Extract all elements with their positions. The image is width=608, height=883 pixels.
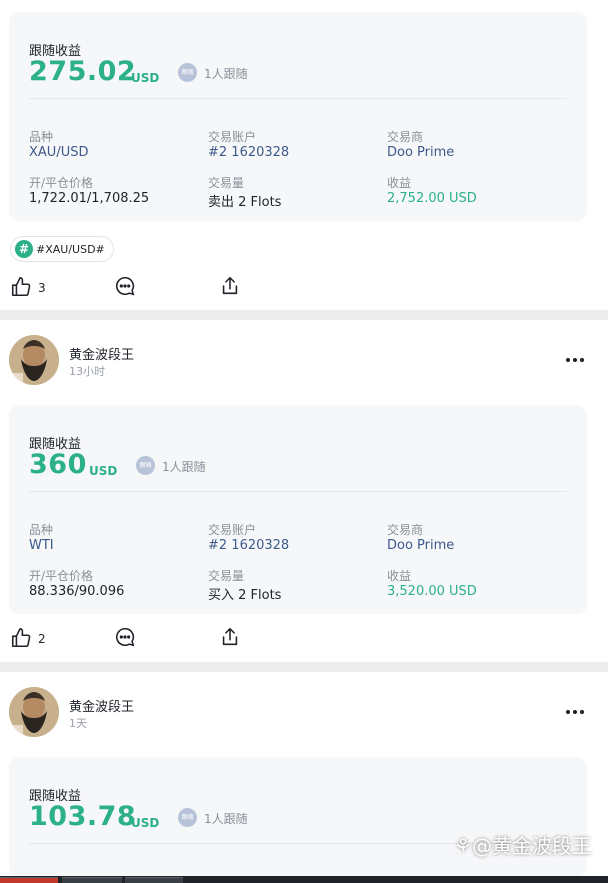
like-count: 3: [38, 281, 46, 295]
like-icon[interactable]: [10, 276, 32, 298]
post-separator: [0, 662, 608, 672]
author-name[interactable]: 黄金波段王: [69, 344, 134, 363]
taskbar-item[interactable]: [62, 877, 122, 883]
volume-value: 买入 2 Flots: [208, 588, 282, 603]
broker-value[interactable]: Doo Prime: [387, 538, 454, 553]
price-value: 1,722.01/1,708.25: [29, 191, 150, 206]
card-divider: [29, 491, 567, 492]
follower-avatar-icon: 跟随: [178, 63, 197, 82]
follower-count: 1人跟随: [204, 67, 248, 81]
price-key: 开/平仓价格: [29, 176, 94, 190]
price-key: 开/平仓价格: [29, 569, 94, 583]
volume-key: 交易量: [208, 176, 245, 190]
account-key: 交易账户: [208, 130, 257, 144]
share-icon[interactable]: [219, 626, 241, 648]
profit-key: 收益: [387, 569, 412, 583]
symbol-key: 品种: [29, 523, 54, 537]
account-value[interactable]: #2 1620328: [208, 538, 289, 553]
follower-count: 1人跟随: [204, 812, 248, 826]
volume-key: 交易量: [208, 569, 245, 583]
profit-amount: 275.02: [29, 56, 137, 87]
symbol-value[interactable]: XAU/USD: [29, 145, 88, 160]
os-taskbar: [0, 876, 608, 883]
share-icon[interactable]: [219, 275, 241, 297]
like-count: 2: [38, 632, 46, 646]
price-value: 88.336/90.096: [29, 584, 125, 599]
symbol-key: 品种: [29, 130, 54, 144]
profit-value: 2,752.00 USD: [387, 191, 477, 206]
account-value[interactable]: #2 1620328: [208, 145, 289, 160]
more-options-icon[interactable]: [565, 709, 585, 715]
post-separator: [0, 310, 608, 320]
author-name[interactable]: 黄金波段王: [69, 696, 134, 715]
like-icon[interactable]: [10, 627, 32, 649]
account-key: 交易账户: [208, 523, 257, 537]
trade-summary-card[interactable]: 跟随收益 360 USD 跟随 1人跟随 品种 WTI 交易账户 #2 1620…: [9, 405, 587, 614]
follower-avatar-icon: 跟随: [178, 808, 197, 827]
profit-amount: 360: [29, 449, 87, 480]
profit-unit: USD: [89, 464, 118, 478]
author-avatar[interactable]: [9, 687, 59, 737]
taskbar-item[interactable]: [0, 877, 58, 883]
broker-key: 交易商: [387, 130, 424, 144]
more-options-icon[interactable]: [565, 357, 585, 363]
follower-count: 1人跟随: [162, 460, 206, 474]
broker-key: 交易商: [387, 523, 424, 537]
comment-icon[interactable]: [114, 626, 136, 648]
topic-tag[interactable]: # #XAU/USD#: [10, 236, 114, 262]
profit-amount: 103.78: [29, 801, 137, 832]
broker-value[interactable]: Doo Prime: [387, 145, 454, 160]
watermark: ⚘@黄金波段王: [454, 830, 592, 859]
volume-value: 卖出 2 Flots: [208, 195, 282, 210]
follower-avatar-icon: 跟随: [136, 456, 155, 475]
post-1: 跟随收益 275.02 USD 跟随 1人跟随 品种 XAU/USD 交易账户 …: [0, 0, 608, 310]
watermark-logo-icon: ⚘: [454, 834, 472, 858]
symbol-value[interactable]: WTI: [29, 538, 54, 553]
post-2: 黄金波段王 13小时 跟随收益 360 USD 跟随 1人跟随 品种 WTI 交…: [0, 320, 608, 662]
topic-tag-label: #XAU/USD#: [36, 242, 105, 256]
profit-key: 收益: [387, 176, 412, 190]
profit-unit: USD: [131, 816, 160, 830]
hashtag-icon: #: [15, 240, 33, 258]
taskbar-item[interactable]: [125, 877, 183, 883]
trade-summary-card[interactable]: 跟随收益 275.02 USD 跟随 1人跟随 品种 XAU/USD 交易账户 …: [9, 12, 587, 221]
profit-value: 3,520.00 USD: [387, 584, 477, 599]
profit-unit: USD: [131, 71, 160, 85]
author-avatar[interactable]: [9, 335, 59, 385]
post-time: 1天: [69, 717, 87, 730]
post-time: 13小时: [69, 365, 105, 378]
card-divider: [29, 98, 567, 99]
watermark-text: @黄金波段王: [471, 834, 592, 858]
comment-icon[interactable]: [114, 275, 136, 297]
